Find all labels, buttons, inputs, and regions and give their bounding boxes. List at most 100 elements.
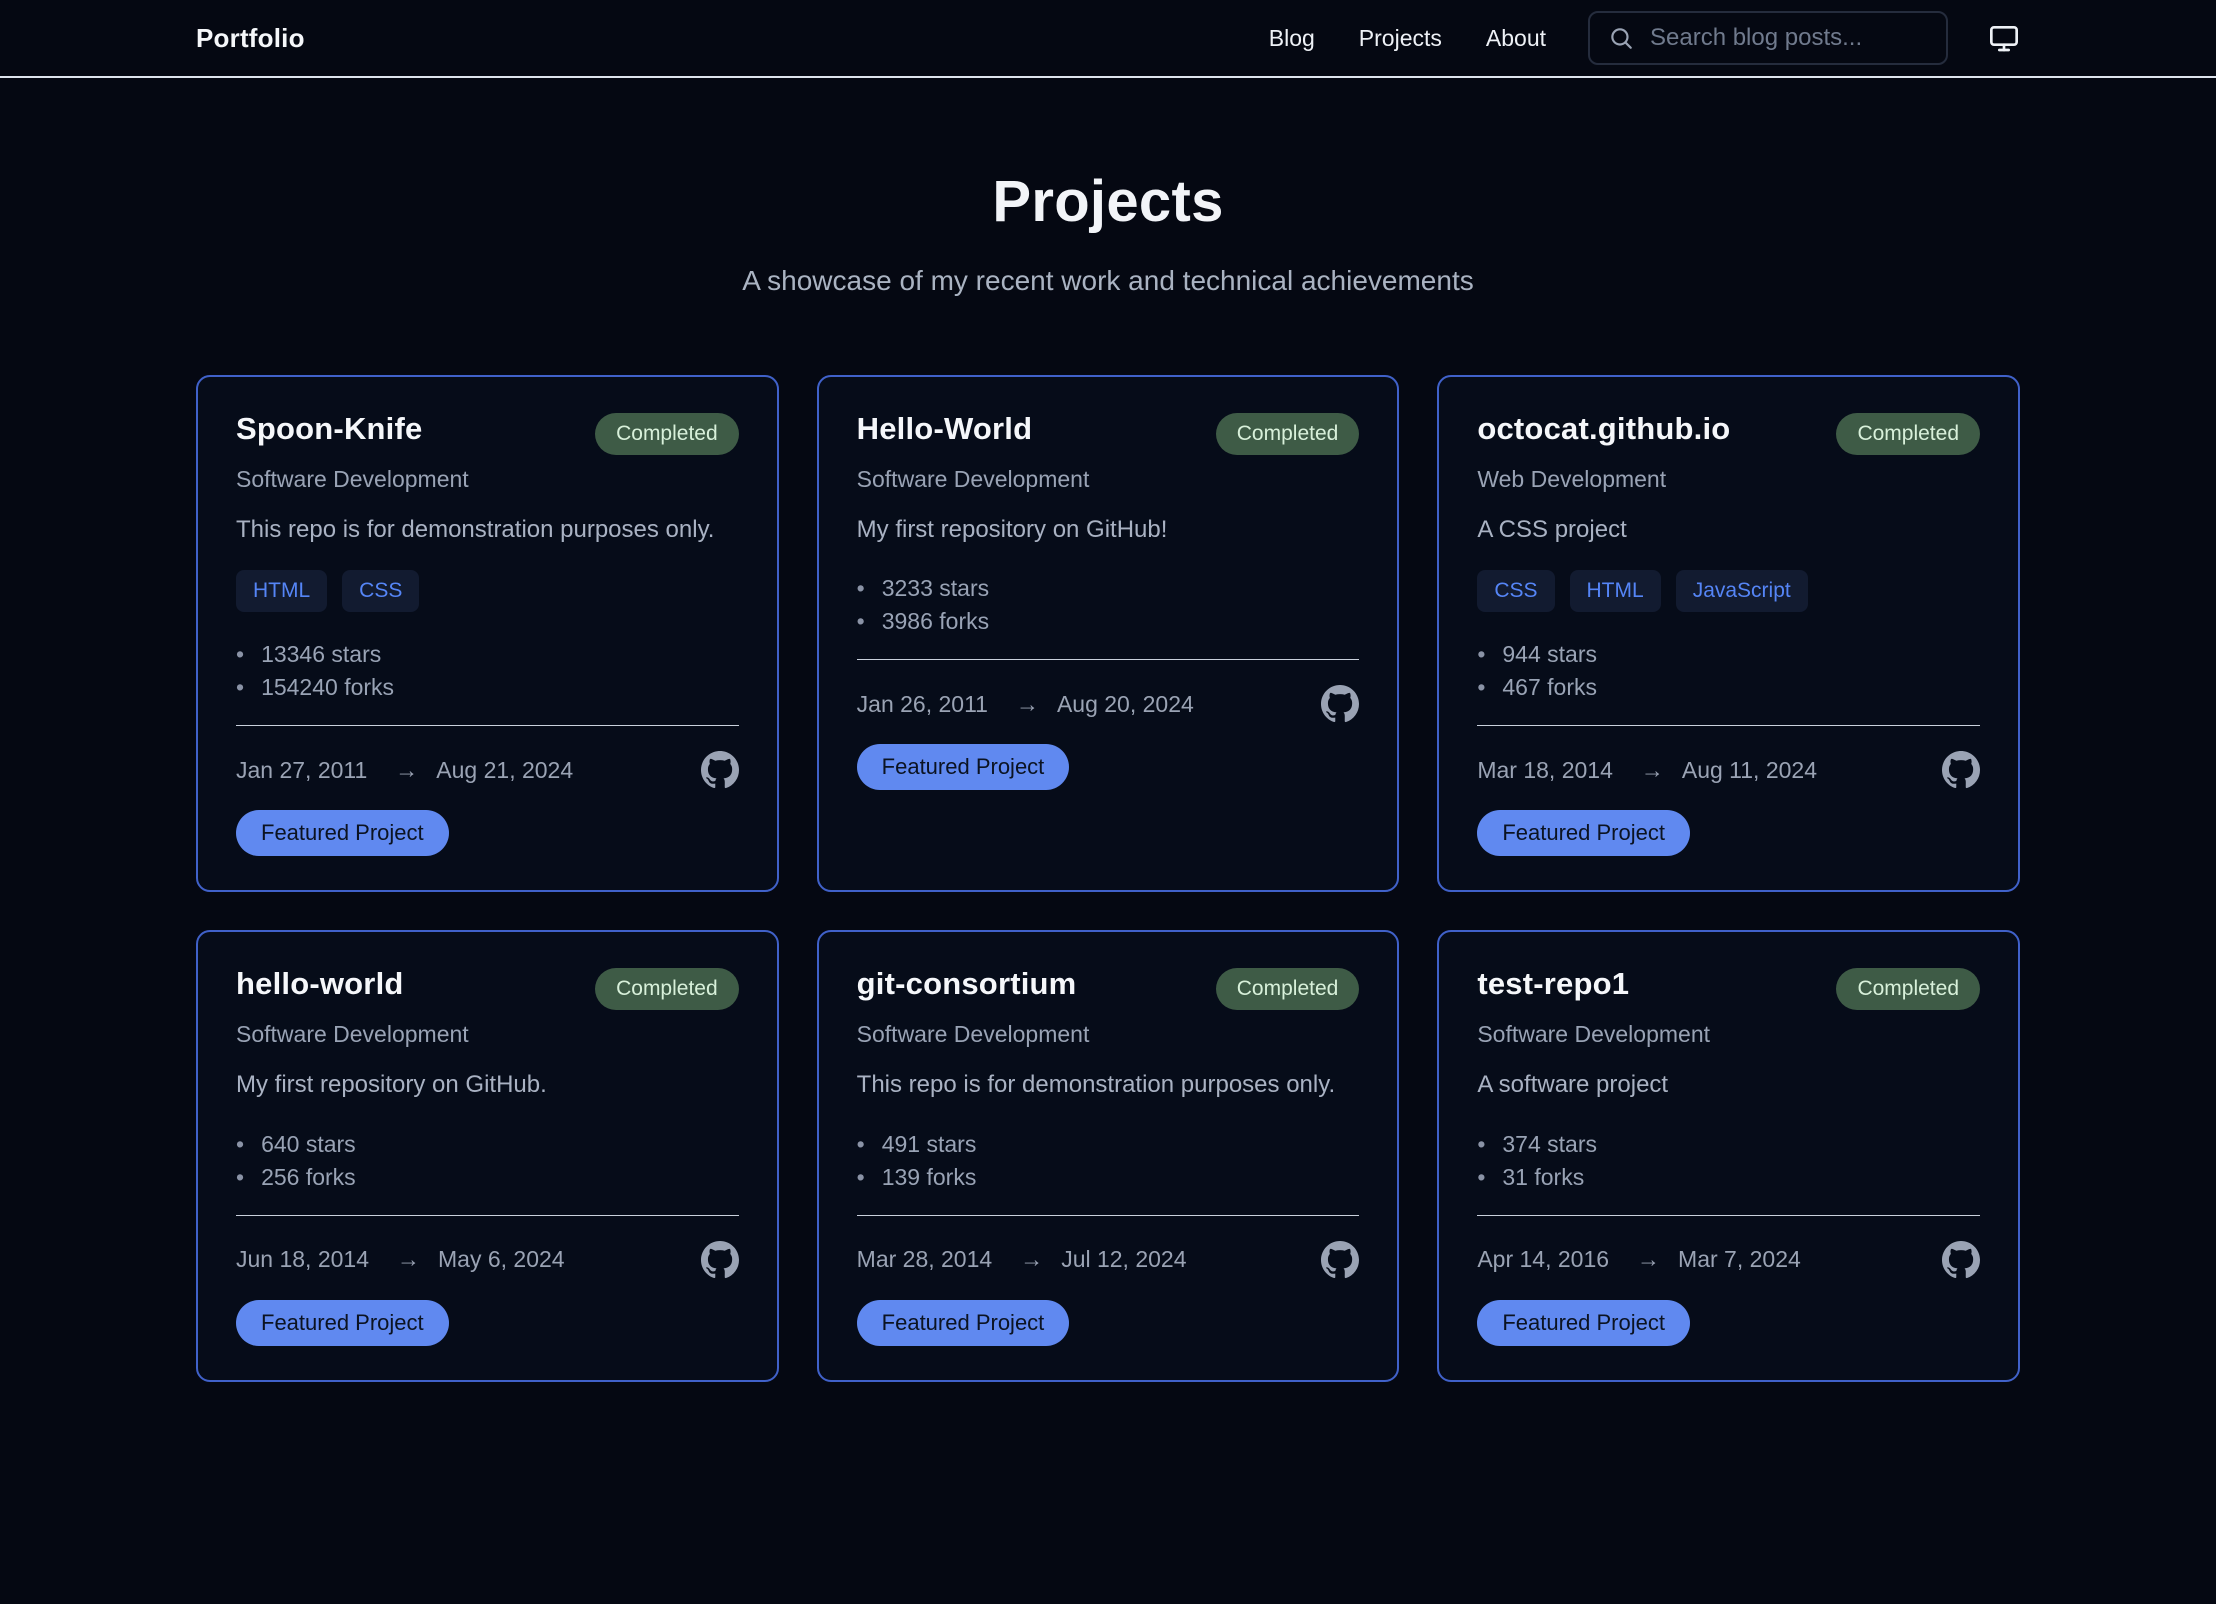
card-divider bbox=[1477, 725, 1980, 726]
stat-item: 13346 stars bbox=[236, 638, 394, 671]
card-divider bbox=[857, 1215, 1360, 1216]
stat-item: 154240 forks bbox=[236, 671, 394, 704]
arrow-icon: → bbox=[1016, 691, 1039, 718]
github-icon bbox=[701, 1241, 739, 1279]
github-icon bbox=[1942, 751, 1980, 789]
arrow-icon: → bbox=[395, 757, 418, 784]
stat-item: 31 forks bbox=[1477, 1161, 1597, 1194]
stat-item: 944 stars bbox=[1477, 638, 1597, 671]
github-link[interactable] bbox=[1942, 1241, 1980, 1279]
stat-item: 491 stars bbox=[857, 1128, 977, 1161]
search-icon bbox=[1608, 25, 1634, 51]
arrow-icon: → bbox=[1641, 757, 1664, 784]
tag-chip: HTML bbox=[1570, 570, 1661, 612]
project-description: My first repository on GitHub. bbox=[236, 1069, 547, 1101]
project-card: Hello-World Completed Software Developme… bbox=[817, 375, 1400, 892]
project-category: Software Development bbox=[857, 466, 1090, 493]
end-date: May 6, 2024 bbox=[438, 1246, 565, 1273]
nav-item-blog[interactable]: Blog bbox=[1269, 25, 1315, 52]
stat-list: 491 stars139 forks bbox=[857, 1128, 977, 1194]
featured-badge: Featured Project bbox=[236, 1300, 449, 1346]
stat-list: 3233 stars3986 forks bbox=[857, 572, 989, 638]
tag-chip: JavaScript bbox=[1676, 570, 1808, 612]
start-date: Jan 27, 2011 bbox=[236, 757, 367, 784]
start-date: Mar 28, 2014 bbox=[857, 1246, 993, 1273]
github-icon bbox=[1321, 685, 1359, 723]
project-title: git-consortium bbox=[857, 966, 1077, 1002]
featured-badge: Featured Project bbox=[1477, 1300, 1690, 1346]
start-date: Apr 14, 2016 bbox=[1477, 1246, 1609, 1273]
github-link[interactable] bbox=[1942, 751, 1980, 789]
project-card: test-repo1 Completed Software Developmen… bbox=[1437, 930, 2020, 1381]
arrow-icon: → bbox=[1637, 1246, 1660, 1273]
stat-item: 640 stars bbox=[236, 1128, 356, 1161]
project-card: Spoon-Knife Completed Software Developme… bbox=[196, 375, 779, 892]
project-title: test-repo1 bbox=[1477, 966, 1629, 1002]
status-badge: Completed bbox=[1216, 413, 1360, 455]
project-dates: Mar 18, 2014 → Aug 11, 2024 bbox=[1477, 757, 1817, 784]
search-input[interactable] bbox=[1650, 24, 1928, 52]
status-badge: Completed bbox=[1836, 968, 1980, 1010]
end-date: Aug 11, 2024 bbox=[1682, 757, 1817, 784]
status-badge: Completed bbox=[595, 968, 739, 1010]
featured-badge: Featured Project bbox=[857, 1300, 1070, 1346]
stat-item: 3233 stars bbox=[857, 572, 989, 605]
project-title: Spoon-Knife bbox=[236, 411, 422, 447]
project-title: hello-world bbox=[236, 966, 404, 1002]
start-date: Mar 18, 2014 bbox=[1477, 757, 1613, 784]
stat-item: 3986 forks bbox=[857, 605, 989, 638]
project-dates: Mar 28, 2014 → Jul 12, 2024 bbox=[857, 1246, 1187, 1273]
blog-search[interactable] bbox=[1588, 11, 1948, 65]
github-icon bbox=[701, 751, 739, 789]
end-date: Mar 7, 2024 bbox=[1678, 1246, 1801, 1273]
project-description: A CSS project bbox=[1477, 514, 1626, 546]
tag-list: CSS HTML JavaScript bbox=[1477, 570, 1807, 612]
github-link[interactable] bbox=[1321, 1241, 1359, 1279]
project-dates: Jun 18, 2014 → May 6, 2024 bbox=[236, 1246, 565, 1273]
tag-chip: CSS bbox=[1477, 570, 1554, 612]
project-dates: Jan 26, 2011 → Aug 20, 2024 bbox=[857, 691, 1194, 718]
page-title: Projects bbox=[196, 168, 2020, 235]
project-title: octocat.github.io bbox=[1477, 411, 1730, 447]
stat-list: 374 stars31 forks bbox=[1477, 1128, 1597, 1194]
project-description: This repo is for demonstration purposes … bbox=[857, 1069, 1335, 1101]
project-category: Software Development bbox=[857, 1021, 1090, 1048]
stat-list: 13346 stars154240 forks bbox=[236, 638, 394, 704]
end-date: Aug 20, 2024 bbox=[1057, 691, 1194, 718]
project-card: octocat.github.io Completed Web Developm… bbox=[1437, 375, 2020, 892]
site-header: Portfolio Blog Projects About bbox=[0, 0, 2216, 78]
nav-item-about[interactable]: About bbox=[1486, 25, 1546, 52]
nav-item-projects[interactable]: Projects bbox=[1359, 25, 1442, 52]
tag-chip: HTML bbox=[236, 570, 327, 612]
arrow-icon: → bbox=[397, 1246, 420, 1273]
project-title: Hello-World bbox=[857, 411, 1033, 447]
projects-page: Projects A showcase of my recent work an… bbox=[196, 168, 2020, 1382]
stat-list: 640 stars256 forks bbox=[236, 1128, 356, 1194]
status-badge: Completed bbox=[595, 413, 739, 455]
github-icon bbox=[1942, 1241, 1980, 1279]
start-date: Jun 18, 2014 bbox=[236, 1246, 369, 1273]
theme-toggle-button[interactable] bbox=[1988, 22, 2020, 54]
card-divider bbox=[857, 659, 1360, 660]
project-category: Software Development bbox=[236, 1021, 469, 1048]
github-link[interactable] bbox=[701, 1241, 739, 1279]
featured-badge: Featured Project bbox=[1477, 810, 1690, 856]
card-divider bbox=[1477, 1215, 1980, 1216]
project-dates: Apr 14, 2016 → Mar 7, 2024 bbox=[1477, 1246, 1800, 1273]
end-date: Jul 12, 2024 bbox=[1061, 1246, 1186, 1273]
github-link[interactable] bbox=[701, 751, 739, 789]
stat-item: 374 stars bbox=[1477, 1128, 1597, 1161]
end-date: Aug 21, 2024 bbox=[436, 757, 573, 784]
tag-chip: CSS bbox=[342, 570, 419, 612]
site-logo[interactable]: Portfolio bbox=[196, 23, 305, 54]
project-category: Software Development bbox=[236, 466, 469, 493]
page-subtitle: A showcase of my recent work and technic… bbox=[196, 265, 2020, 297]
card-divider bbox=[236, 1215, 739, 1216]
github-link[interactable] bbox=[1321, 685, 1359, 723]
status-badge: Completed bbox=[1836, 413, 1980, 455]
card-divider bbox=[236, 725, 739, 726]
project-category: Web Development bbox=[1477, 466, 1666, 493]
stat-list: 944 stars467 forks bbox=[1477, 638, 1597, 704]
featured-badge: Featured Project bbox=[857, 744, 1070, 790]
stat-item: 139 forks bbox=[857, 1161, 977, 1194]
